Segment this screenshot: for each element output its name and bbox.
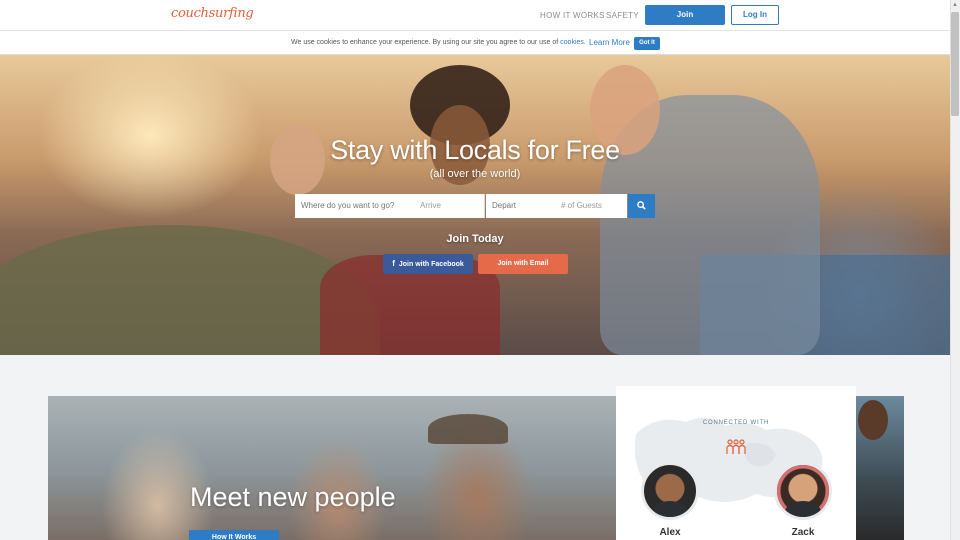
connected-with-card: CONNECTED WITH Alex Zack [616, 386, 856, 540]
hero-banner: Stay with Locals for Free (all over the … [0, 55, 950, 355]
destination-input[interactable] [295, 194, 485, 218]
person-name-zack: Zack [791, 527, 815, 538]
hero-subtitle: (all over the world) [429, 168, 521, 180]
scrollbar-thumb[interactable] [951, 12, 959, 116]
top-header: couchsurfing HOW IT WORKS SAFETY Join Lo… [0, 0, 950, 31]
join-with-facebook-button[interactable]: f Join with Facebook [383, 254, 473, 274]
facebook-icon: f [392, 259, 395, 268]
search-bar: Arrive # of Guests [295, 194, 655, 218]
side-photo-face [858, 400, 888, 440]
depart-date-input[interactable] [486, 194, 627, 218]
people-group-icon [726, 439, 746, 454]
hero-title: Stay with Locals for Free [330, 135, 620, 165]
join-button[interactable]: Join [645, 5, 725, 25]
join-with-email-button[interactable]: Join with Email [478, 254, 568, 274]
meet-people-feature: Meet new people How It Works [48, 396, 616, 540]
nav-safety[interactable]: SAFETY [606, 11, 639, 20]
avatar-zack[interactable] [774, 462, 832, 520]
search-button[interactable] [628, 194, 655, 218]
how-it-works-button[interactable]: How It Works [189, 530, 279, 540]
person-name-alex: Alex [659, 527, 681, 538]
avatar-alex[interactable] [641, 462, 699, 520]
cookies-link[interactable]: cookies [560, 39, 584, 46]
connected-with-label: CONNECTED WITH [702, 420, 770, 426]
guests-select[interactable]: # of Guests [561, 194, 602, 218]
nav-how-it-works[interactable]: HOW IT WORKS [540, 11, 605, 20]
cookie-banner: We use cookies to enhance your experienc… [0, 31, 950, 55]
got-it-button[interactable]: Got It [634, 37, 660, 50]
feature-title: Meet new people [190, 482, 396, 512]
feature-photo-hat [428, 414, 508, 444]
scroll-up-arrow-icon[interactable]: ▲ [952, 2, 958, 8]
cookie-message: We use cookies to enhance your experienc… [291, 39, 586, 46]
learn-more-link[interactable]: Learn More [589, 38, 630, 47]
login-button[interactable]: Log In [731, 5, 779, 25]
search-icon [637, 201, 646, 210]
arrive-date-input[interactable]: Arrive [420, 194, 441, 218]
join-today-heading: Join Today [446, 233, 504, 245]
couchsurfing-logo[interactable]: couchsurfing [171, 6, 254, 21]
